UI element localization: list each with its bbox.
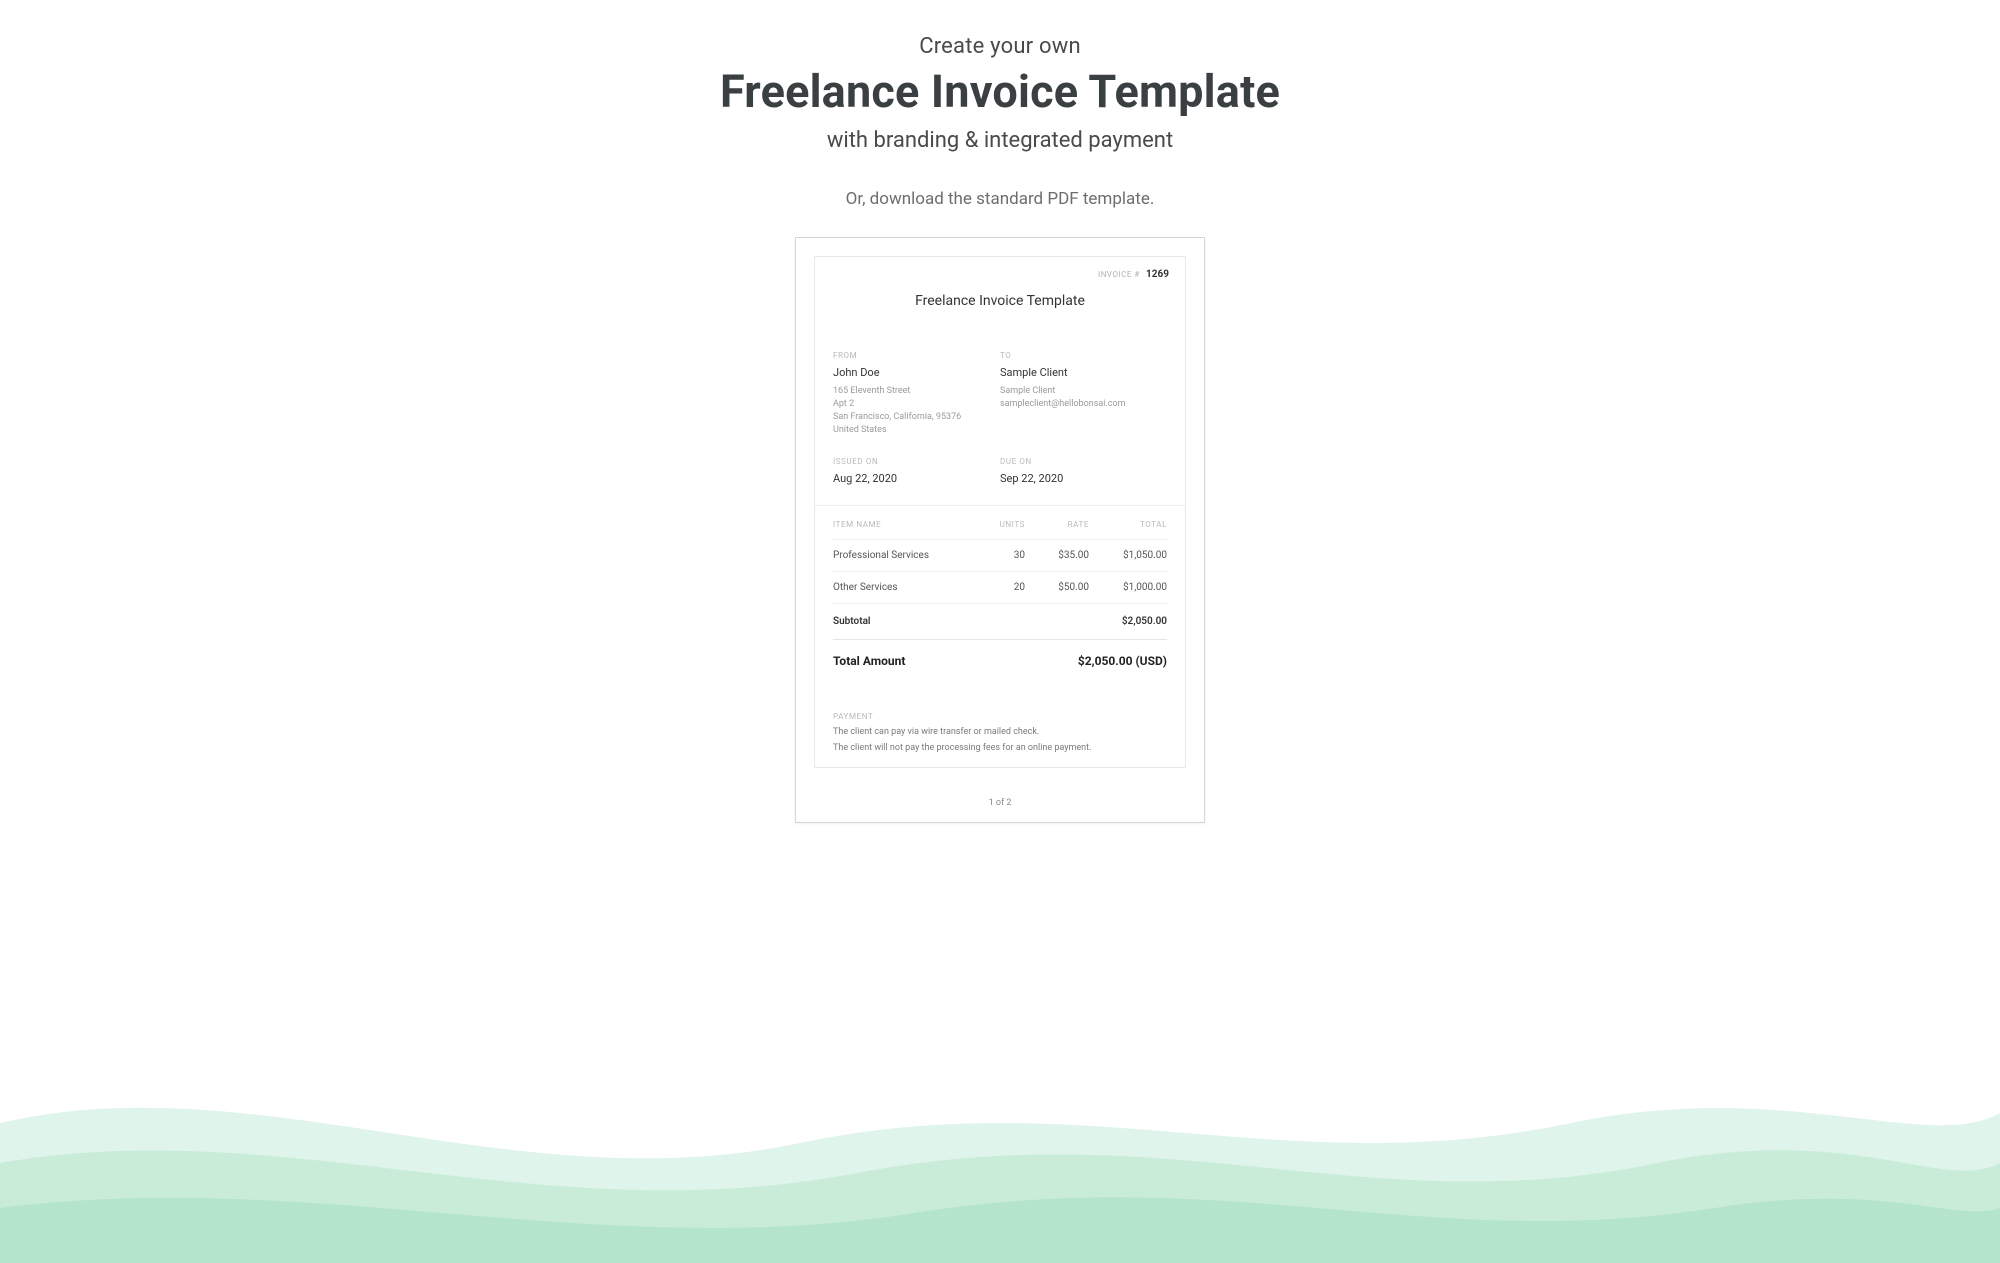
due-block: DUE ON Sep 22, 2020	[1000, 457, 1167, 491]
hero-kicker: Create your own	[0, 34, 2000, 59]
invoice-number-label: INVOICE #	[1098, 270, 1140, 279]
from-addr4: United States	[833, 424, 1000, 437]
col-item: ITEM NAME	[833, 520, 971, 529]
total-value: $2,050.00 (USD)	[1078, 654, 1167, 668]
item-name: Professional Services	[833, 550, 971, 561]
col-total: TOTAL	[1089, 520, 1167, 529]
background-waves	[0, 1003, 2000, 1263]
payment-line-2: The client will not pay the processing f…	[833, 743, 1167, 753]
due-label: DUE ON	[1000, 457, 1167, 466]
invoice-title: Freelance Invoice Template	[833, 293, 1167, 309]
subtotal-label: Subtotal	[833, 616, 871, 627]
from-block: FROM John Doe 165 Eleventh Street Apt 2 …	[833, 351, 1000, 437]
from-addr1: 165 Eleventh Street	[833, 385, 1000, 398]
total-row: Total Amount $2,050.00 (USD)	[833, 639, 1167, 672]
page-indicator: 1 of 2	[796, 798, 1204, 808]
to-name: Sample Client	[1000, 366, 1167, 379]
from-addr3: San Francisco, California, 95376	[833, 411, 1000, 424]
hero-caption: Or, download the standard PDF template.	[0, 189, 2000, 209]
payment-section: PAYMENT The client can pay via wire tran…	[815, 686, 1185, 767]
item-rate: $35.00	[1025, 550, 1089, 561]
payment-label: PAYMENT	[833, 712, 1167, 721]
to-block: TO Sample Client Sample Client samplecli…	[1000, 351, 1167, 437]
parties-section: FROM John Doe 165 Eleventh Street Apt 2 …	[815, 337, 1185, 505]
hero-title: Freelance Invoice Template	[0, 65, 2000, 118]
invoice-preview[interactable]: INVOICE # 1269 Freelance Invoice Templat…	[795, 237, 1205, 823]
item-units: 20	[971, 582, 1025, 593]
to-org: Sample Client	[1000, 385, 1167, 398]
due-value: Sep 22, 2020	[1000, 472, 1167, 485]
from-label: FROM	[833, 351, 1000, 360]
item-total: $1,000.00	[1089, 582, 1167, 593]
hero: Create your own Freelance Invoice Templa…	[0, 0, 2000, 209]
col-units: UNITS	[971, 520, 1025, 529]
issued-block: ISSUED ON Aug 22, 2020	[833, 457, 1000, 491]
subtotal-value: $2,050.00	[1122, 616, 1167, 627]
from-addr2: Apt 2	[833, 398, 1000, 411]
item-units: 30	[971, 550, 1025, 561]
invoice-number-value: 1269	[1146, 269, 1169, 280]
items-section: ITEM NAME UNITS RATE TOTAL Professional …	[815, 505, 1185, 686]
line-item: Other Services 20 $50.00 $1,000.00	[833, 571, 1167, 603]
subtotal-row: Subtotal $2,050.00	[833, 603, 1167, 639]
col-rate: RATE	[1025, 520, 1089, 529]
item-total: $1,050.00	[1089, 550, 1167, 561]
invoice-header: INVOICE # 1269 Freelance Invoice Templat…	[815, 257, 1185, 337]
issued-value: Aug 22, 2020	[833, 472, 1000, 485]
from-name: John Doe	[833, 366, 1000, 379]
items-header: ITEM NAME UNITS RATE TOTAL	[833, 520, 1167, 539]
invoice-number: INVOICE # 1269	[1098, 269, 1169, 280]
line-item: Professional Services 30 $35.00 $1,050.0…	[833, 539, 1167, 571]
hero-subtitle: with branding & integrated payment	[0, 128, 2000, 153]
to-email: sampleclient@hellobonsai.com	[1000, 398, 1167, 411]
to-label: TO	[1000, 351, 1167, 360]
issued-label: ISSUED ON	[833, 457, 1000, 466]
total-label: Total Amount	[833, 654, 905, 668]
item-name: Other Services	[833, 582, 971, 593]
item-rate: $50.00	[1025, 582, 1089, 593]
payment-line-1: The client can pay via wire transfer or …	[833, 727, 1167, 737]
